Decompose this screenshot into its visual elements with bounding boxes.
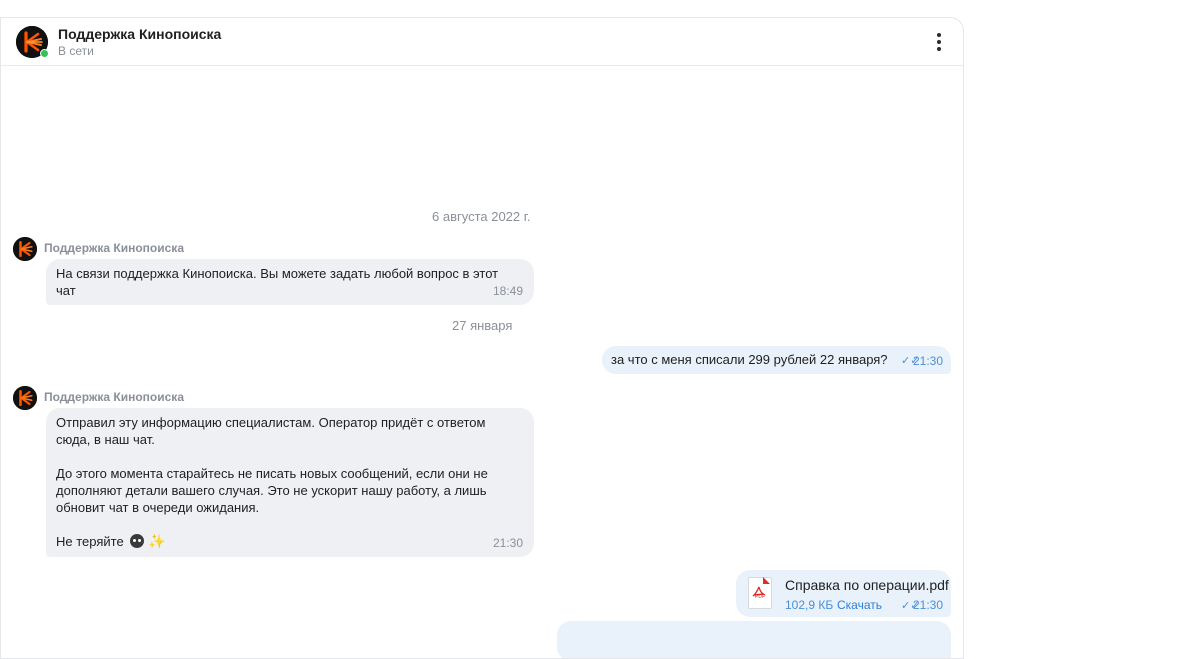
file-size: 102,9 КБ [785,598,834,612]
message-paragraph: До этого момента старайтесь не писать но… [56,466,488,515]
kinopoisk-logo-icon [13,237,37,261]
chat-window: Поддержка Кинопоиска В сети 6 августа 20… [0,17,964,659]
message-paragraph-last: Не теряйте ✨ [56,533,524,550]
file-badge: PDF [755,594,765,600]
file-name[interactable]: Справка по операции.pdf [785,577,949,594]
chat-status: В сети [58,44,94,58]
date-separator: 6 августа 2022 г. [432,209,531,224]
online-status-dot [40,49,49,58]
outgoing-file-message[interactable]: PDF Справка по операции.pdf 102,9 КБ Ска… [736,570,951,617]
kinopoisk-logo-icon [13,386,37,410]
sparkles-icon: ✨ [147,533,166,549]
message-text: за что с меня списали 299 рублей 22 янва… [611,352,888,367]
message-time: 21:30 [913,598,944,612]
incoming-message[interactable]: На связи поддержка Кинопоиска. Вы можете… [46,259,534,305]
pdf-file-icon[interactable]: PDF [748,577,772,609]
date-separator: 27 января [452,318,513,333]
message-time: 18:49 [492,284,523,298]
sender-avatar[interactable] [13,237,37,261]
message-text: На связи поддержка Кинопоиска. Вы можете… [56,266,499,298]
sender-name: Поддержка Кинопоиска [44,390,184,404]
more-vertical-icon[interactable] [929,30,949,54]
cat-face-icon [130,534,145,548]
sender-name: Поддержка Кинопоиска [44,241,184,255]
message-paragraph: Отправил эту информацию специалистам. Оп… [56,415,486,447]
chat-header: Поддержка Кинопоиска В сети [1,18,963,66]
outgoing-message-partial[interactable] [557,621,951,658]
outgoing-message[interactable]: за что с меня списали 299 рублей 22 янва… [602,346,951,374]
header-avatar[interactable] [16,26,49,58]
message-time: 21:30 [913,354,944,368]
chat-title: Поддержка Кинопоиска [58,26,222,42]
sender-avatar[interactable] [13,386,37,410]
incoming-message[interactable]: Отправил эту информацию специалистам. Оп… [46,408,534,557]
message-text: Не теряйте [56,534,124,549]
download-link[interactable]: Скачать [837,597,882,614]
message-time: 21:30 [492,536,523,550]
